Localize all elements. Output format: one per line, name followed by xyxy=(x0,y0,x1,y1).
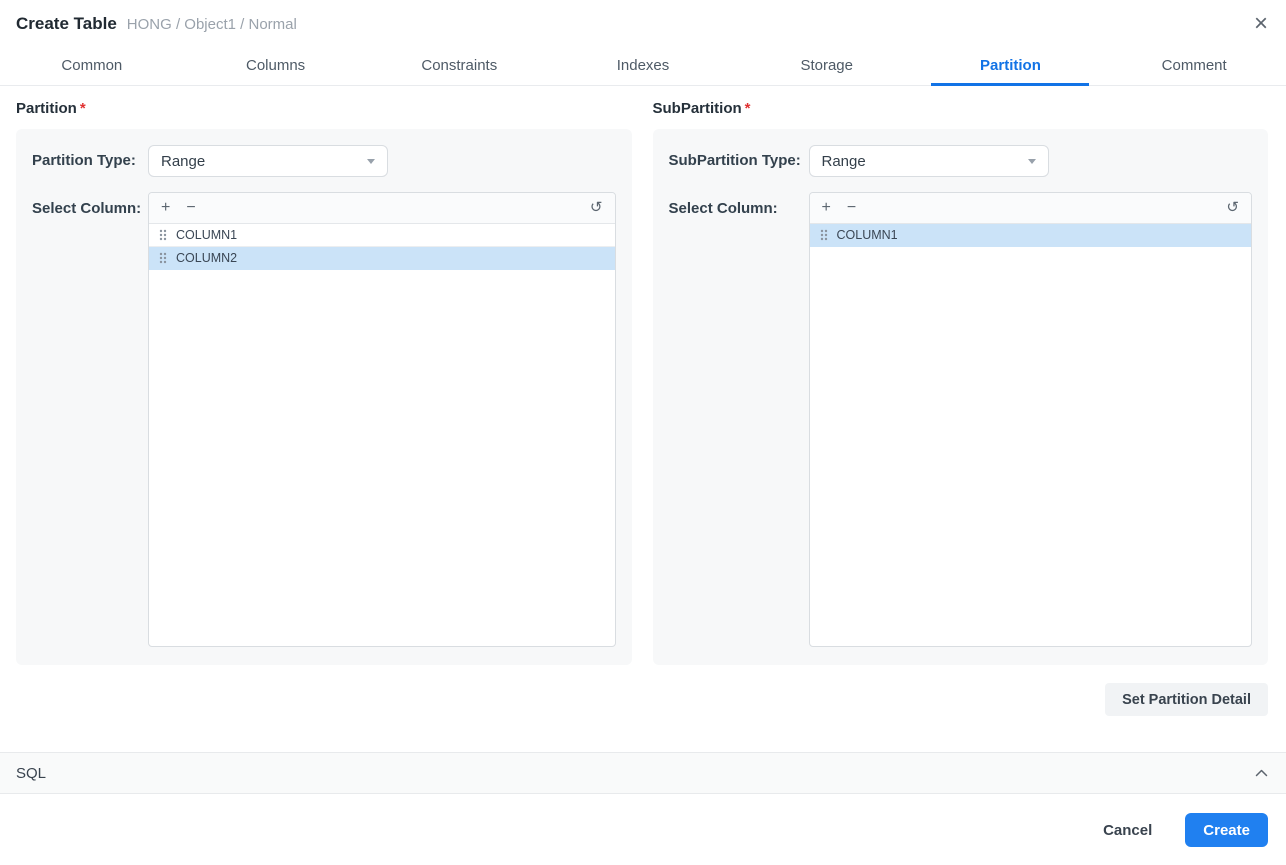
remove-column-button[interactable]: − xyxy=(186,200,195,216)
partition-section: Partition* Partition Type: Range Select … xyxy=(16,86,632,665)
chevron-up-icon[interactable] xyxy=(1255,769,1268,777)
reset-icon[interactable]: ↺ xyxy=(1226,200,1239,216)
drag-handle-icon[interactable] xyxy=(820,229,828,241)
subpartition-column-list: + − ↺ COLUMN1 xyxy=(809,192,1253,647)
subpartition-title-text: SubPartition xyxy=(653,100,742,117)
sql-label: SQL xyxy=(16,765,46,782)
partition-title-text: Partition xyxy=(16,100,77,117)
subpartition-type-label: SubPartition Type: xyxy=(669,145,809,177)
partition-column-list: + − ↺ COLUMN1 xyxy=(148,192,616,647)
subpartition-type-select[interactable]: Range xyxy=(809,145,1049,177)
dialog-header: Create Table HONG / Object1 / Normal × xyxy=(0,0,1286,48)
partition-type-value: Range xyxy=(161,153,205,170)
partition-list-body: COLUMN1 COLUMN2 xyxy=(149,224,615,646)
column-name: COLUMN1 xyxy=(837,228,898,242)
column-row[interactable]: COLUMN1 xyxy=(810,224,1252,247)
select-column-label: Select Column: xyxy=(669,192,809,647)
column-row[interactable]: COLUMN2 xyxy=(149,247,615,270)
subpartition-type-value: Range xyxy=(822,153,866,170)
subpartition-column-row: Select Column: + − ↺ xyxy=(669,192,1253,647)
select-column-label: Select Column: xyxy=(32,192,148,647)
partition-section-title: Partition* xyxy=(16,86,632,129)
subpartition-section-title: SubPartition* xyxy=(653,86,1269,129)
column-row[interactable]: COLUMN1 xyxy=(149,224,615,247)
tab-common[interactable]: Common xyxy=(0,48,184,85)
breadcrumb: HONG / Object1 / Normal xyxy=(127,16,297,33)
detail-button-row: Set Partition Detail xyxy=(16,665,1268,716)
tab-comment[interactable]: Comment xyxy=(1102,48,1286,85)
partition-type-select[interactable]: Range xyxy=(148,145,388,177)
sql-section-header[interactable]: SQL xyxy=(0,752,1286,794)
create-button[interactable]: Create xyxy=(1185,813,1268,847)
drag-handle-icon[interactable] xyxy=(159,252,167,264)
subpartition-list-body: COLUMN1 xyxy=(810,224,1252,646)
set-partition-detail-button[interactable]: Set Partition Detail xyxy=(1105,683,1268,716)
partition-type-label: Partition Type: xyxy=(32,145,148,177)
required-asterisk: * xyxy=(80,100,86,117)
reset-icon[interactable]: ↺ xyxy=(590,200,603,216)
chevron-down-icon xyxy=(367,159,375,164)
cancel-button[interactable]: Cancel xyxy=(1103,822,1152,839)
column-name: COLUMN1 xyxy=(176,228,237,242)
dialog-body: Partition* Partition Type: Range Select … xyxy=(0,86,1286,716)
tab-bar: Common Columns Constraints Indexes Stora… xyxy=(0,48,1286,86)
tab-partition[interactable]: Partition xyxy=(919,48,1103,85)
subpartition-panel: SubPartition Type: Range Select Column: … xyxy=(653,129,1269,665)
column-name: COLUMN2 xyxy=(176,251,237,265)
tab-constraints[interactable]: Constraints xyxy=(367,48,551,85)
subpartition-list-toolbar: + − ↺ xyxy=(810,193,1252,224)
add-column-button[interactable]: + xyxy=(822,200,831,216)
partition-panel: Partition Type: Range Select Column: + −… xyxy=(16,129,632,665)
tab-storage[interactable]: Storage xyxy=(735,48,919,85)
add-column-button[interactable]: + xyxy=(161,200,170,216)
partition-type-row: Partition Type: Range xyxy=(32,145,616,177)
subpartition-type-row: SubPartition Type: Range xyxy=(669,145,1253,177)
drag-handle-icon[interactable] xyxy=(159,229,167,241)
required-asterisk: * xyxy=(745,100,751,117)
partition-column-row: Select Column: + − ↺ xyxy=(32,192,616,647)
chevron-down-icon xyxy=(1028,159,1036,164)
dialog-title: Create Table xyxy=(16,14,117,34)
tab-columns[interactable]: Columns xyxy=(184,48,368,85)
partition-list-toolbar: + − ↺ xyxy=(149,193,615,224)
panel-grid: Partition* Partition Type: Range Select … xyxy=(16,86,1268,665)
close-icon[interactable]: × xyxy=(1254,14,1268,34)
dialog-footer: Cancel Create xyxy=(0,794,1286,847)
subpartition-section: SubPartition* SubPartition Type: Range S… xyxy=(653,86,1269,665)
remove-column-button[interactable]: − xyxy=(847,200,856,216)
tab-indexes[interactable]: Indexes xyxy=(551,48,735,85)
